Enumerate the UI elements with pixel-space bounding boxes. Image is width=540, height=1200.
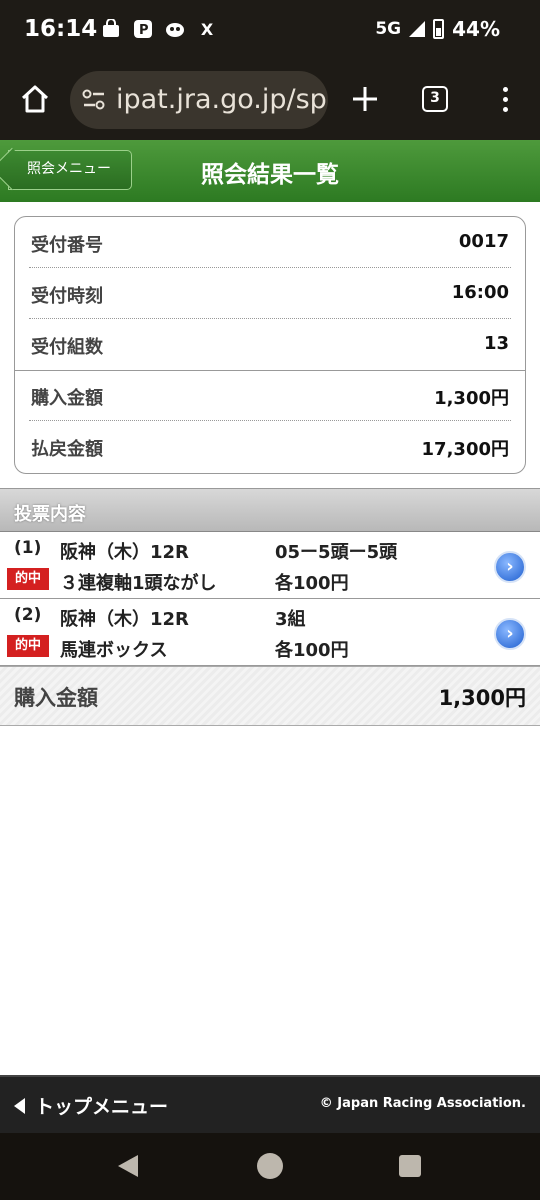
page-title: 照会結果一覧 <box>201 162 339 188</box>
battery-icon <box>433 19 445 39</box>
status-time: 16:14 <box>24 16 98 42</box>
bet-type: 馬連ボックス <box>60 640 168 661</box>
summary-row-combination-count: 受付組数 13 <box>29 319 511 370</box>
status-right: 5G 44% <box>375 17 500 41</box>
triangle-left-icon <box>14 1098 25 1114</box>
summary-label: 受付番号 <box>31 235 103 256</box>
total-value: 1,300円 <box>438 686 526 710</box>
bet-amount: 各100円 <box>275 640 349 661</box>
bet-race: 阪神（木）12R <box>60 542 189 563</box>
section-header-vote-contents: 投票内容 <box>0 488 540 532</box>
section-title: 投票内容 <box>14 504 86 525</box>
browser-toolbar: ipat.jra.go.jp/sp 3 <box>0 62 540 140</box>
bet-number: (1) <box>14 538 42 558</box>
bet-amount: 各100円 <box>275 573 349 594</box>
bet-number: (2) <box>14 605 42 625</box>
mail-bag-icon <box>100 18 122 40</box>
bet-row[interactable]: (2) 阪神（木）12R 3組 的中 馬連ボックス 各100円 › <box>0 600 540 666</box>
url-text: ipat.jra.go.jp/sp <box>116 84 327 115</box>
hit-badge: 的中 <box>7 568 49 590</box>
nav-recents-icon[interactable] <box>399 1155 421 1177</box>
status-bar: 16:14 P X 5G 44% <box>0 0 540 62</box>
summary-label: 受付時刻 <box>31 286 103 307</box>
svg-text:P: P <box>139 23 149 38</box>
signal-icon <box>409 21 426 37</box>
page-header: 照会メニュー 照会結果一覧 <box>0 140 540 202</box>
summary-row-payout-amount: 払戻金額 17,300円 <box>29 421 511 472</box>
summary-row-receipt-time: 受付時刻 16:00 <box>29 268 511 319</box>
chevron-right-icon[interactable]: › <box>494 551 526 583</box>
network-type: 5G <box>375 19 402 39</box>
summary-value: 17,300円 <box>421 439 509 460</box>
notification-icons: P X <box>100 18 218 40</box>
address-bar[interactable]: ipat.jra.go.jp/sp <box>70 71 328 129</box>
nav-back-icon[interactable] <box>118 1155 138 1177</box>
receipt-summary: 受付番号 0017 受付時刻 16:00 受付組数 13 購入金額 1,300円… <box>14 216 526 474</box>
summary-row-purchase-amount: 購入金額 1,300円 <box>29 370 511 421</box>
nav-home-icon[interactable] <box>257 1153 283 1179</box>
summary-label: 購入金額 <box>31 388 103 409</box>
site-footer: トップメニュー © Japan Racing Association. <box>0 1075 540 1133</box>
summary-value: 1,300円 <box>434 388 509 409</box>
summary-value: 16:00 <box>451 282 509 303</box>
summary-value: 0017 <box>458 231 509 252</box>
paypay-icon: P <box>132 18 154 40</box>
more-menu-icon[interactable] <box>494 84 516 114</box>
copyright: © Japan Racing Association. <box>319 1096 526 1111</box>
tab-switcher-button[interactable]: 3 <box>422 86 448 112</box>
hit-badge: 的中 <box>7 635 49 657</box>
new-tab-icon[interactable] <box>350 84 380 114</box>
face-icon <box>164 18 186 40</box>
total-purchase-row: 購入金額 1,300円 <box>0 666 540 726</box>
bet-race: 阪神（木）12R <box>60 609 189 630</box>
bet-detail: 05ー5頭ー5頭 <box>275 542 398 563</box>
battery-level: 44% <box>452 17 500 41</box>
bet-type: ３連複軸1頭ながし <box>60 573 217 594</box>
summary-label: 払戻金額 <box>31 439 103 460</box>
chevron-right-icon[interactable]: › <box>494 618 526 650</box>
bet-detail: 3組 <box>275 609 306 630</box>
site-settings-icon[interactable] <box>82 89 106 111</box>
top-menu-link[interactable]: トップメニュー <box>14 1092 168 1119</box>
bet-row[interactable]: (1) 阪神（木）12R 05ー5頭ー5頭 的中 ３連複軸1頭ながし 各100円… <box>0 533 540 599</box>
total-label: 購入金額 <box>14 686 98 710</box>
top-menu-label: トップメニュー <box>35 1096 169 1118</box>
summary-label: 受付組数 <box>31 337 103 358</box>
x-icon: X <box>200 19 214 39</box>
home-icon[interactable] <box>18 82 52 116</box>
system-nav-bar <box>0 1133 540 1200</box>
summary-row-receipt-number: 受付番号 0017 <box>29 217 511 268</box>
summary-value: 13 <box>483 333 509 354</box>
